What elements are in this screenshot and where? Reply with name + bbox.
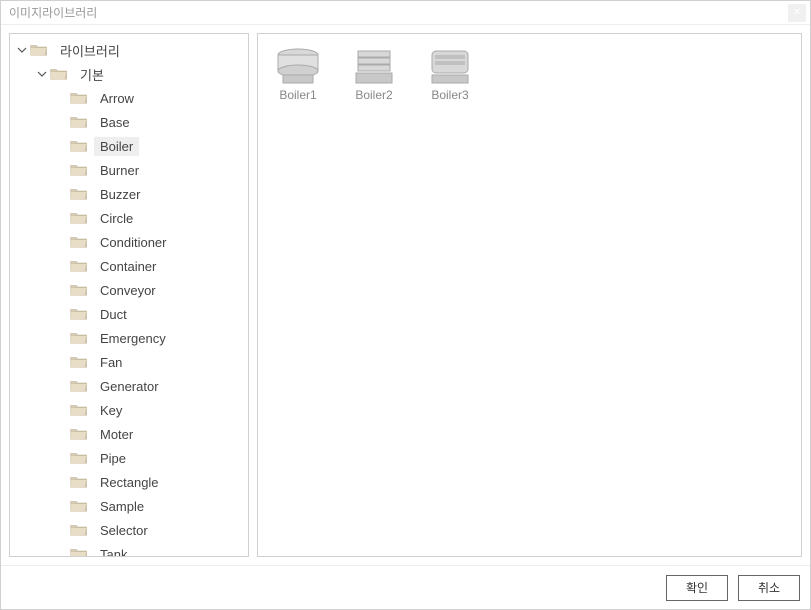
footer: 확인 취소 <box>1 565 810 609</box>
tree-node-fan[interactable]: Fan <box>10 350 248 374</box>
folder-icon <box>70 403 88 417</box>
close-button[interactable]: ✕ <box>788 4 806 22</box>
content-area: 라이브러리기본 Arrow Base Boiler Burner Buzzer Circle… <box>1 25 810 565</box>
folder-icon <box>70 235 88 249</box>
close-icon: ✕ <box>793 7 801 18</box>
folder-icon <box>70 115 88 129</box>
tree-node-base[interactable]: Base <box>10 110 248 134</box>
folder-icon <box>50 67 68 81</box>
folder-icon <box>70 259 88 273</box>
ok-button-label: 확인 <box>686 579 708 596</box>
items-panel: Boiler1 Boiler2 Boiler3 <box>257 33 802 557</box>
tree-node-label: Conditioner <box>94 233 173 252</box>
folder-icon <box>70 91 88 105</box>
tree-node-label: Key <box>94 401 128 420</box>
boiler-icon <box>425 44 475 86</box>
tree-node-generator[interactable]: Generator <box>10 374 248 398</box>
boiler-icon <box>273 44 323 86</box>
tree-node-label: Buzzer <box>94 185 146 204</box>
tree-node-label: 라이브러리 <box>54 39 126 62</box>
tree-node-pipe[interactable]: Pipe <box>10 446 248 470</box>
tree-node-key[interactable]: Key <box>10 398 248 422</box>
tree-node-label: Fan <box>94 353 128 372</box>
folder-icon <box>70 379 88 393</box>
tree-node-tank[interactable]: Tank <box>10 542 248 556</box>
tree-node-label: Arrow <box>94 89 140 108</box>
tree-node-label: Rectangle <box>94 473 165 492</box>
folder-icon <box>70 427 88 441</box>
folder-icon <box>70 187 88 201</box>
image-library-window: 이미지라이브러리 ✕ 라이브러리기본 Arrow Base Boiler Burner B… <box>0 0 811 610</box>
tree-node-label: Moter <box>94 425 139 444</box>
titlebar: 이미지라이브러리 ✕ <box>1 1 810 25</box>
folder-icon <box>30 43 48 57</box>
folder-icon <box>70 307 88 321</box>
thumbnail-label: Boiler3 <box>431 88 468 102</box>
tree-node-label: Circle <box>94 209 139 228</box>
window-title: 이미지라이브러리 <box>9 4 97 21</box>
folder-icon <box>70 523 88 537</box>
tree-node-container[interactable]: Container <box>10 254 248 278</box>
tree-node-label: Base <box>94 113 136 132</box>
folder-icon <box>70 139 88 153</box>
folder-icon <box>70 355 88 369</box>
thumbnail-boiler1[interactable]: Boiler1 <box>268 44 328 102</box>
folder-icon <box>70 211 88 225</box>
tree-node-label: Tank <box>94 545 133 557</box>
tree-node-label: Selector <box>94 521 154 540</box>
tree-node-duct[interactable]: Duct <box>10 302 248 326</box>
folder-icon <box>70 499 88 513</box>
tree-node-arrow[interactable]: Arrow <box>10 86 248 110</box>
tree-node-label: Boiler <box>94 137 139 156</box>
folder-icon <box>70 331 88 345</box>
thumbnail-label: Boiler2 <box>355 88 392 102</box>
cancel-button[interactable]: 취소 <box>738 575 800 601</box>
folder-icon <box>70 475 88 489</box>
cancel-button-label: 취소 <box>758 579 780 596</box>
folder-icon <box>70 163 88 177</box>
tree-node-burner[interactable]: Burner <box>10 158 248 182</box>
expander-icon[interactable] <box>36 68 48 80</box>
tree-node-conveyor[interactable]: Conveyor <box>10 278 248 302</box>
tree-node-label: Conveyor <box>94 281 162 300</box>
tree-node-label: Burner <box>94 161 145 180</box>
tree-node-conditioner[interactable]: Conditioner <box>10 230 248 254</box>
expander-icon[interactable] <box>16 44 28 56</box>
thumbnail-boiler2[interactable]: Boiler2 <box>344 44 404 102</box>
tree-node-rectangle[interactable]: Rectangle <box>10 470 248 494</box>
thumbnail-boiler3[interactable]: Boiler3 <box>420 44 480 102</box>
boiler-icon <box>349 44 399 86</box>
tree-node-label: Sample <box>94 497 150 516</box>
tree-node-moter[interactable]: Moter <box>10 422 248 446</box>
tree-node-label: Container <box>94 257 162 276</box>
tree-panel: 라이브러리기본 Arrow Base Boiler Burner Buzzer Circle… <box>9 33 249 557</box>
tree-node-selector[interactable]: Selector <box>10 518 248 542</box>
tree-node-circle[interactable]: Circle <box>10 206 248 230</box>
tree-node-label: 기본 <box>74 63 110 86</box>
tree-scroll[interactable]: 라이브러리기본 Arrow Base Boiler Burner Buzzer Circle… <box>10 34 248 556</box>
folder-icon <box>70 451 88 465</box>
ok-button[interactable]: 확인 <box>666 575 728 601</box>
tree-node-label: Duct <box>94 305 133 324</box>
tree-node-library[interactable]: 라이브러리 <box>10 38 248 62</box>
tree-node-label: Generator <box>94 377 165 396</box>
tree-node-label: Emergency <box>94 329 172 348</box>
tree-node-emergency[interactable]: Emergency <box>10 326 248 350</box>
tree-node-boiler[interactable]: Boiler <box>10 134 248 158</box>
tree-node-label: Pipe <box>94 449 132 468</box>
tree-node-default[interactable]: 기본 <box>10 62 248 86</box>
folder-icon <box>70 283 88 297</box>
tree-node-buzzer[interactable]: Buzzer <box>10 182 248 206</box>
tree-node-sample[interactable]: Sample <box>10 494 248 518</box>
thumbnail-label: Boiler1 <box>279 88 316 102</box>
folder-icon <box>70 547 88 556</box>
